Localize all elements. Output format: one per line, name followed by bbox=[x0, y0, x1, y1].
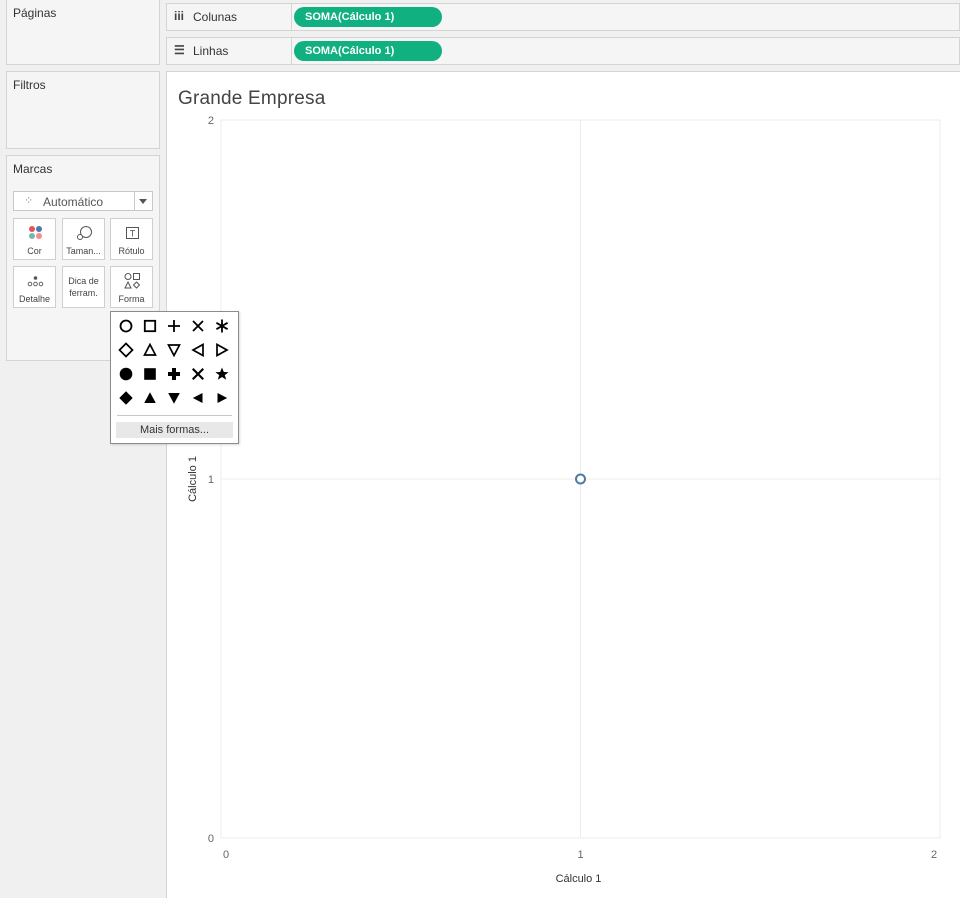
dropdown-arrow-box bbox=[134, 192, 152, 210]
shape-button-label: Forma bbox=[118, 294, 145, 304]
triangle-left-filled-icon[interactable] bbox=[189, 389, 207, 407]
triangle-down-filled-icon[interactable] bbox=[165, 389, 183, 407]
triangle-right-outline-icon[interactable] bbox=[213, 341, 231, 359]
columns-shelf-header: iii Colunas bbox=[167, 4, 292, 30]
color-button-label: Cor bbox=[27, 246, 42, 256]
triangle-up-outline-icon[interactable] bbox=[141, 341, 159, 359]
triangle-right-filled-icon[interactable] bbox=[213, 389, 231, 407]
tooltip-label-line1: Dica de bbox=[68, 276, 99, 286]
automatic-mark-icon: ⁘ bbox=[24, 195, 34, 207]
tooltip-button[interactable]: Dica de ferram. bbox=[62, 266, 105, 308]
tooltip-button-label: Dica de ferram. bbox=[63, 275, 104, 299]
x-tick-label: 2 bbox=[931, 849, 937, 861]
tooltip-label-line2: ferram. bbox=[69, 288, 98, 298]
x-tick-label: 0 bbox=[223, 849, 229, 861]
color-button[interactable]: Cor bbox=[13, 218, 56, 260]
square-filled-icon[interactable] bbox=[141, 365, 159, 383]
columns-shelf-label: Colunas bbox=[193, 10, 238, 24]
triangle-left-outline-icon[interactable] bbox=[189, 341, 207, 359]
plus-thin-icon[interactable] bbox=[165, 317, 183, 335]
color-icon bbox=[29, 226, 42, 239]
shape-button[interactable]: Forma bbox=[110, 266, 153, 308]
detail-button-label: Detalhe bbox=[18, 294, 51, 304]
y-tick-label: 1 bbox=[208, 474, 214, 486]
worksheet-view: Grande Empresa 0 1 2 0 1 2 Cálculo 1 Cálculo 1 bbox=[166, 71, 960, 898]
size-button-label: Taman... bbox=[66, 246, 101, 256]
rows-shelf[interactable]: ☰ Linhas SOMA(Cálculo 1) bbox=[166, 37, 960, 65]
mark-type-dropdown[interactable]: ⁘ Automático bbox=[13, 191, 153, 211]
detail-button[interactable]: Detalhe bbox=[13, 266, 56, 308]
y-axis-title[interactable]: Cálculo 1 bbox=[187, 456, 199, 502]
scatter-chart[interactable]: 0 1 2 0 1 2 Cálculo 1 Cálculo 1 bbox=[167, 72, 960, 898]
rows-shelf-label: Linhas bbox=[193, 44, 229, 58]
pages-title: Páginas bbox=[13, 6, 57, 20]
x-axis-title[interactable]: Cálculo 1 bbox=[556, 873, 602, 885]
columns-shelf[interactable]: iii Colunas SOMA(Cálculo 1) bbox=[166, 3, 960, 31]
label-button-label: Rótulo bbox=[118, 246, 145, 256]
circle-outline-icon[interactable] bbox=[117, 317, 135, 335]
chevron-down-icon bbox=[139, 199, 147, 204]
shape-palette-popup: Mais formas... bbox=[110, 311, 239, 444]
diamond-outline-icon[interactable] bbox=[117, 341, 135, 359]
marks-title: Marcas bbox=[13, 162, 53, 176]
more-shapes-button[interactable]: Mais formas... bbox=[116, 422, 233, 438]
mark-type-value: Automático bbox=[43, 195, 104, 209]
rows-pill[interactable]: SOMA(Cálculo 1) bbox=[294, 41, 442, 61]
size-button[interactable]: Taman... bbox=[62, 218, 105, 260]
star-filled-icon[interactable] bbox=[213, 365, 231, 383]
rows-shelf-header: ☰ Linhas bbox=[167, 38, 292, 64]
tableau-workspace: Páginas Filtros Marcas ⁘ Automático Cor bbox=[0, 0, 960, 898]
filters-title: Filtros bbox=[13, 78, 46, 92]
size-icon bbox=[77, 226, 92, 240]
shapes-icon bbox=[124, 273, 141, 289]
text-label-icon: T bbox=[126, 227, 139, 239]
label-button[interactable]: T Rótulo bbox=[110, 218, 153, 260]
data-point[interactable] bbox=[575, 473, 586, 485]
diamond-filled-icon[interactable] bbox=[117, 389, 135, 407]
x-tick-label: 1 bbox=[577, 849, 583, 861]
popup-separator bbox=[117, 415, 232, 416]
plus-filled-icon[interactable] bbox=[165, 365, 183, 383]
square-outline-icon[interactable] bbox=[141, 317, 159, 335]
triangle-down-outline-icon[interactable] bbox=[165, 341, 183, 359]
detail-icon bbox=[27, 276, 44, 287]
rows-icon: ☰ bbox=[174, 43, 185, 57]
columns-pill[interactable]: SOMA(Cálculo 1) bbox=[294, 7, 442, 27]
circle-filled-icon[interactable] bbox=[117, 365, 135, 383]
columns-icon: iii bbox=[174, 9, 185, 23]
svg-text:T: T bbox=[130, 229, 136, 239]
cross-filled-icon[interactable] bbox=[189, 365, 207, 383]
pages-card[interactable]: Páginas bbox=[6, 0, 160, 65]
triangle-up-filled-icon[interactable] bbox=[141, 389, 159, 407]
y-tick-label: 0 bbox=[208, 833, 214, 845]
filters-card[interactable]: Filtros bbox=[6, 71, 160, 149]
y-tick-label: 2 bbox=[208, 115, 214, 127]
cross-thin-icon[interactable] bbox=[189, 317, 207, 335]
asterisk-icon[interactable] bbox=[213, 317, 231, 335]
